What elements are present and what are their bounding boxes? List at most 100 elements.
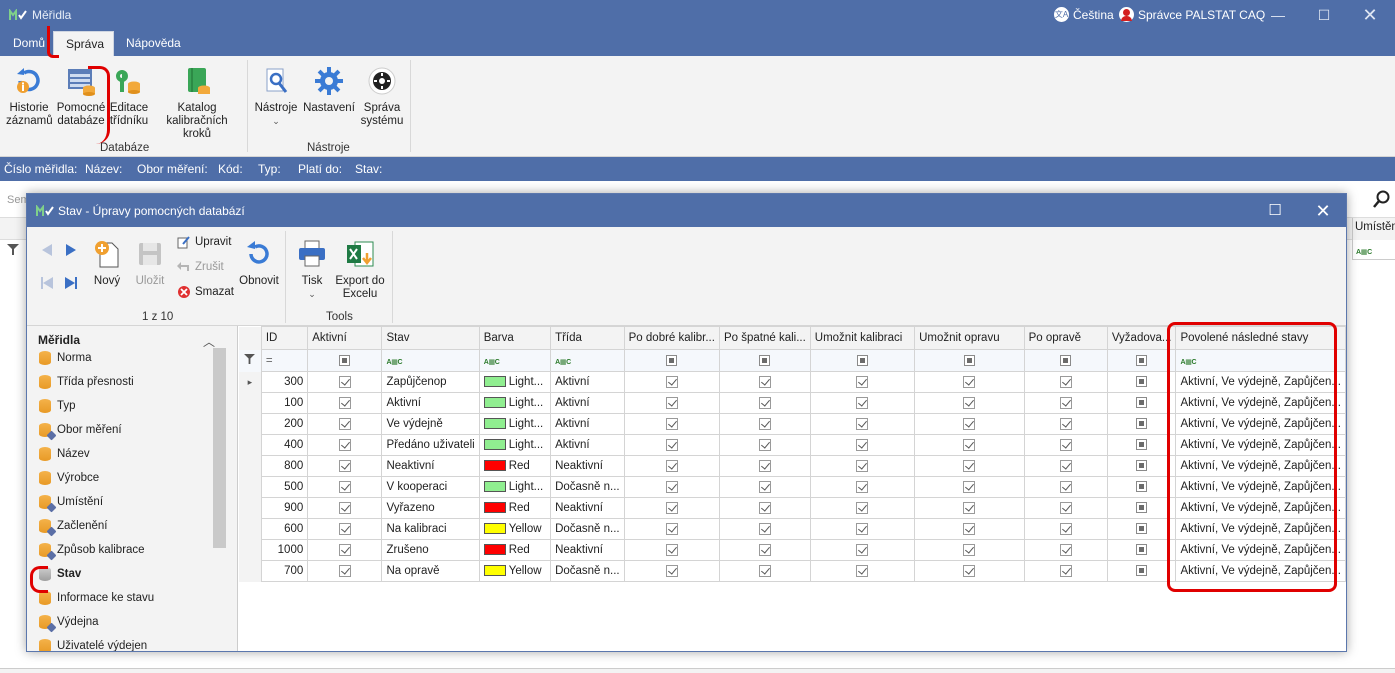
indeterminate-checkbox[interactable] <box>1136 544 1148 556</box>
checked-checkbox[interactable] <box>963 417 976 430</box>
checked-checkbox[interactable] <box>338 438 351 451</box>
checked-checkbox[interactable] <box>338 501 351 514</box>
cell-povolene-nasledne-stavy[interactable]: Aktivní, Ve výdejně, Zapůjčen... <box>1175 518 1346 540</box>
cell-po-spatne[interactable] <box>718 434 811 456</box>
table-row[interactable]: 600 Na kalibraci Yellow Dočasně n... Aktivní… <box>239 518 1346 540</box>
cell-id[interactable]: 900 <box>260 497 309 519</box>
delete-button[interactable]: Smazat <box>177 285 234 299</box>
checked-checkbox[interactable] <box>665 438 678 451</box>
cell-stav[interactable]: Zrušeno <box>381 539 480 561</box>
cell-umoznit-opravu[interactable] <box>914 455 1025 477</box>
column-header-umisteni[interactable]: Umístěn <box>1352 218 1395 240</box>
cell-po-dobre[interactable] <box>623 392 720 414</box>
cell-barva[interactable]: Light... <box>478 413 552 435</box>
cell-umoznit-opravu[interactable] <box>914 539 1025 561</box>
checked-checkbox[interactable] <box>758 459 771 472</box>
checked-checkbox[interactable] <box>338 459 351 472</box>
indeterminate-checkbox[interactable] <box>856 354 868 366</box>
calibration-catalog-button[interactable]: Katalog kalibračních kroků <box>152 66 242 141</box>
cell-barva[interactable]: Red <box>478 539 552 561</box>
cell-po-dobre[interactable] <box>623 560 720 582</box>
sidebar-item-6[interactable]: Umístění <box>39 492 103 513</box>
row-indicator[interactable]: ▸ <box>239 371 262 393</box>
cell-id[interactable]: 800 <box>260 455 309 477</box>
checked-checkbox[interactable] <box>856 438 869 451</box>
cell-po-dobre[interactable] <box>623 413 720 435</box>
checked-checkbox[interactable] <box>758 417 771 430</box>
indeterminate-checkbox[interactable] <box>963 354 975 366</box>
cell-aktivni[interactable] <box>307 476 383 498</box>
cell-umoznit-opravu[interactable] <box>914 371 1025 393</box>
column-filter-umisteni[interactable]: A▦C <box>1352 240 1395 260</box>
checked-checkbox[interactable] <box>1059 438 1072 451</box>
cell-umoznit-opravu[interactable] <box>914 497 1025 519</box>
column-header-povolene-nasledne-stavy[interactable]: Povolené následné stavy <box>1175 326 1346 350</box>
cell-po-spatne[interactable] <box>718 497 811 519</box>
cell-stav[interactable]: Na kalibraci <box>381 518 480 540</box>
sidebar-item-7[interactable]: Začlenění <box>39 516 108 537</box>
checked-checkbox[interactable] <box>338 543 351 556</box>
cell-id[interactable]: 700 <box>260 560 309 582</box>
cancel-button[interactable]: Zrušit <box>177 260 224 274</box>
column-header-umoznit-opravu[interactable]: Umožnit opravu <box>914 326 1025 350</box>
helper-databases-button[interactable]: Pomocné databáze <box>56 66 106 128</box>
checked-checkbox[interactable] <box>856 564 869 577</box>
cell-povolene-nasledne-stavy[interactable]: Aktivní, Ve výdejně, Zapůjčen... <box>1175 476 1346 498</box>
column-header-po-oprave[interactable]: Po opravě <box>1023 326 1108 350</box>
filter-stav[interactable]: A▦C <box>381 349 480 372</box>
cell-trida[interactable]: Dočasně n... <box>550 560 625 582</box>
filter-umoznit-kalibraci[interactable] <box>809 349 916 372</box>
cell-povolene-nasledne-stavy[interactable]: Aktivní, Ve výdejně, Zapůjčen... <box>1175 392 1346 414</box>
cell-povolene-nasledne-stavy[interactable]: Aktivní, Ve výdejně, Zapůjčen... <box>1175 413 1346 435</box>
sidebar-header[interactable]: Měřidla <box>38 333 80 347</box>
cell-po-spatne[interactable] <box>718 455 811 477</box>
cell-trida[interactable]: Dočasně n... <box>550 476 625 498</box>
cell-stav[interactable]: Předáno uživateli <box>381 434 480 456</box>
edit-classifier-button[interactable]: Editace třídníku <box>109 66 149 128</box>
checked-checkbox[interactable] <box>963 522 976 535</box>
checked-checkbox[interactable] <box>856 375 869 388</box>
indeterminate-checkbox[interactable] <box>1136 565 1148 577</box>
cell-vyzadovat[interactable] <box>1106 476 1177 498</box>
cell-umoznit-opravu[interactable] <box>914 434 1025 456</box>
cell-po-dobre[interactable] <box>623 476 720 498</box>
cell-po-spatne[interactable] <box>718 539 811 561</box>
indeterminate-checkbox[interactable] <box>1136 502 1148 514</box>
cell-vyzadovat[interactable] <box>1106 371 1177 393</box>
indeterminate-checkbox[interactable] <box>1136 481 1148 493</box>
checked-checkbox[interactable] <box>758 480 771 493</box>
table-row[interactable]: 800 Neaktivní Red Neaktivní Aktivní, Ve výde… <box>239 455 1346 477</box>
checked-checkbox[interactable] <box>856 459 869 472</box>
filter-barva[interactable]: A▦C <box>478 349 552 372</box>
cell-trida[interactable]: Aktivní <box>550 434 625 456</box>
checked-checkbox[interactable] <box>856 417 869 430</box>
checked-checkbox[interactable] <box>338 375 351 388</box>
checked-checkbox[interactable] <box>665 459 678 472</box>
cell-barva[interactable]: Red <box>478 455 552 477</box>
cell-vyzadovat[interactable] <box>1106 392 1177 414</box>
indeterminate-checkbox[interactable] <box>666 354 678 366</box>
filter-aktivni[interactable] <box>307 349 383 372</box>
checked-checkbox[interactable] <box>338 480 351 493</box>
cell-barva[interactable]: Yellow <box>478 518 552 540</box>
filter-po-oprave[interactable] <box>1023 349 1108 372</box>
checked-checkbox[interactable] <box>665 417 678 430</box>
cell-aktivni[interactable] <box>307 434 383 456</box>
cell-umoznit-opravu[interactable] <box>914 392 1025 414</box>
checked-checkbox[interactable] <box>338 417 351 430</box>
checked-checkbox[interactable] <box>758 564 771 577</box>
checked-checkbox[interactable] <box>758 501 771 514</box>
checked-checkbox[interactable] <box>665 543 678 556</box>
checked-checkbox[interactable] <box>758 396 771 409</box>
sidebar-item-11[interactable]: Výdejna <box>39 612 99 633</box>
cell-po-oprave[interactable] <box>1023 518 1108 540</box>
checked-checkbox[interactable] <box>665 375 678 388</box>
checked-checkbox[interactable] <box>1059 522 1072 535</box>
indeterminate-checkbox[interactable] <box>1136 460 1148 472</box>
checked-checkbox[interactable] <box>963 543 976 556</box>
cell-po-dobre[interactable] <box>623 371 720 393</box>
cell-umoznit-kalibraci[interactable] <box>809 413 916 435</box>
table-row[interactable]: 1000 Zrušeno Red Neaktivní Aktivní, Ve výdej… <box>239 539 1346 561</box>
indeterminate-checkbox[interactable] <box>1060 354 1072 366</box>
checked-checkbox[interactable] <box>963 438 976 451</box>
